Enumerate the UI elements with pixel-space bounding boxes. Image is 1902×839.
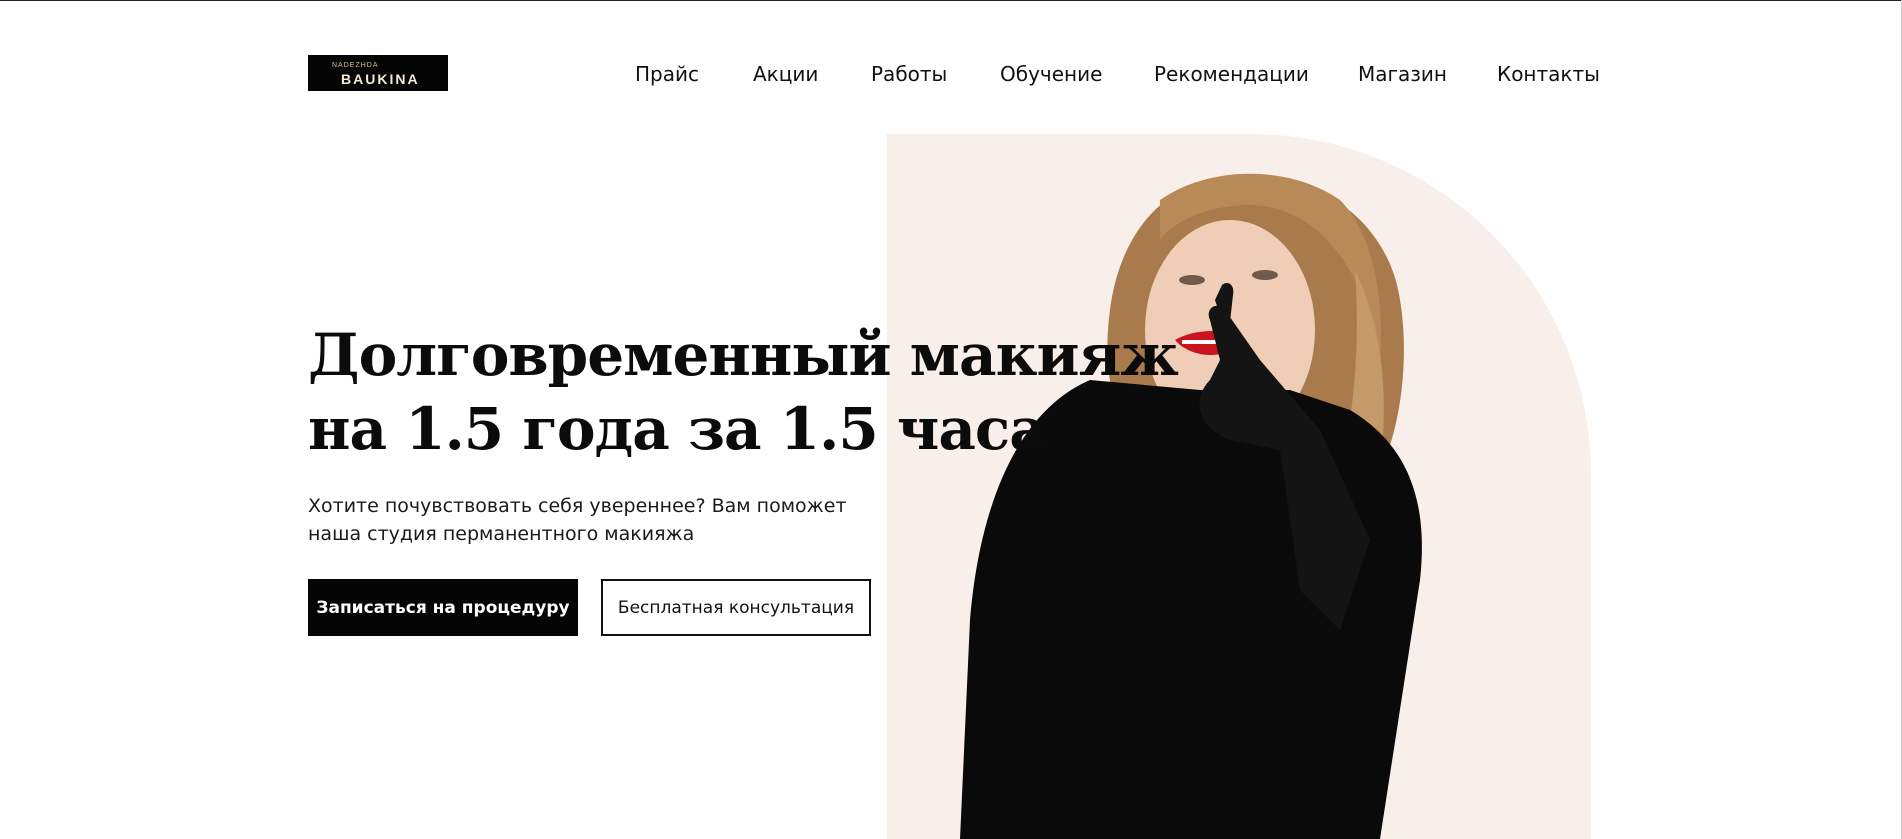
nav-item-training[interactable]: Обучение xyxy=(1000,62,1102,86)
nav-item-contacts[interactable]: Контакты xyxy=(1497,62,1600,86)
hero-portrait-image xyxy=(960,173,1422,839)
hero-headline: Долговременный макияж на 1.5 года за 1.5… xyxy=(308,318,1208,466)
brand-logo[interactable]: NADEZHDA BAUKINA xyxy=(308,55,448,91)
hero-subtitle-line-1: Хотите почувствовать себя увереннее? Вам… xyxy=(308,495,847,517)
logo-top-text: NADEZHDA xyxy=(332,62,379,69)
hero-headline-line-1: Долговременный макияж xyxy=(308,321,1179,389)
hero-headline-line-2: на 1.5 года за 1.5 часа xyxy=(308,395,1047,463)
book-procedure-button[interactable]: Записаться на процедуру xyxy=(308,579,578,636)
nav-item-shop[interactable]: Магазин xyxy=(1358,62,1447,86)
logo-name: BAUKINA xyxy=(341,71,420,87)
nav-item-promotions[interactable]: Акции xyxy=(753,62,818,86)
top-border xyxy=(0,0,1902,1)
nav-item-recommendations[interactable]: Рекомендации xyxy=(1154,62,1309,86)
hero-subtitle-line-2: наша студия перманентного макияжа xyxy=(308,523,695,545)
landing-page: NADEZHDA BAUKINA Прайс Акции Работы Обуч… xyxy=(0,0,1902,839)
hero-subtitle: Хотите почувствовать себя увереннее? Вам… xyxy=(308,492,868,548)
nav-item-price[interactable]: Прайс xyxy=(635,62,699,86)
nav-item-works[interactable]: Работы xyxy=(871,62,947,86)
free-consultation-button[interactable]: Бесплатная консультация xyxy=(601,579,871,636)
